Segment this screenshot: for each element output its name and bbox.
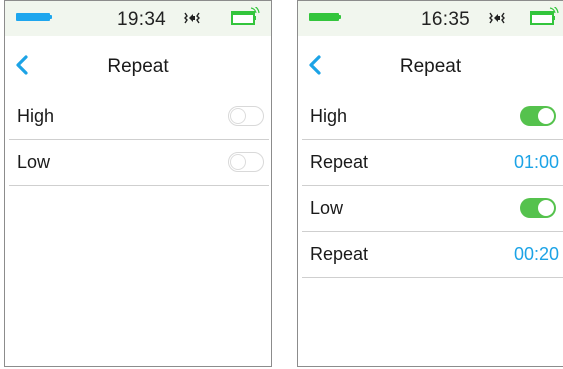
list-item-low: Low — [9, 140, 269, 186]
toggle-knob — [230, 154, 246, 170]
row-label: Low — [17, 152, 51, 172]
nav-bar: Repeat — [298, 36, 563, 94]
list-item-high-repeat[interactable]: Repeat 01:00 — [302, 140, 563, 186]
settings-list: High Low — [5, 94, 271, 186]
battery-icon — [309, 13, 339, 21]
low-repeat-value[interactable]: 00:20 — [514, 244, 559, 265]
device-screen-right: 16:35 Repeat High Repeat 01:00 Low Repea… — [297, 0, 563, 367]
high-repeat-value[interactable]: 01:00 — [514, 152, 559, 173]
vibrate-icon — [489, 12, 505, 24]
list-item-high: High — [9, 94, 269, 140]
battery-icon — [16, 13, 50, 21]
list-item-low: Low — [302, 186, 563, 232]
device-screen-left: 19:34 Repeat High Low — [4, 0, 272, 367]
battery-tip — [339, 15, 341, 19]
page-title: Repeat — [107, 56, 169, 77]
list-item-high: High — [302, 94, 563, 140]
page-title: Repeat — [399, 56, 462, 77]
toggle-knob — [230, 108, 246, 124]
nav-bar: Repeat — [5, 36, 271, 94]
low-toggle[interactable] — [228, 152, 264, 172]
status-time: 16:35 — [421, 9, 471, 30]
low-toggle[interactable] — [520, 198, 556, 218]
list-item-low-repeat[interactable]: Repeat 00:20 — [302, 232, 563, 278]
row-label: High — [17, 106, 55, 126]
toggle-knob — [538, 200, 554, 216]
high-toggle[interactable] — [520, 106, 556, 126]
settings-list: High Repeat 01:00 Low Repeat 00:20 — [298, 94, 563, 278]
status-time: 19:34 — [117, 9, 167, 30]
reservoir-icon — [530, 7, 559, 25]
status-bar: 19:34 — [5, 1, 271, 36]
row-label: High — [310, 106, 348, 126]
page: 19:34 Repeat High Low 16:35 Repeat High … — [0, 0, 563, 369]
row-label: Repeat — [310, 244, 369, 264]
row-label: Repeat — [310, 152, 369, 172]
vibrate-icon — [184, 12, 200, 24]
toggle-knob — [538, 108, 554, 124]
reservoir-icon — [231, 7, 260, 25]
battery-tip — [50, 15, 52, 19]
status-bar: 16:35 — [298, 1, 563, 36]
high-toggle[interactable] — [228, 106, 264, 126]
row-label: Low — [310, 198, 344, 218]
